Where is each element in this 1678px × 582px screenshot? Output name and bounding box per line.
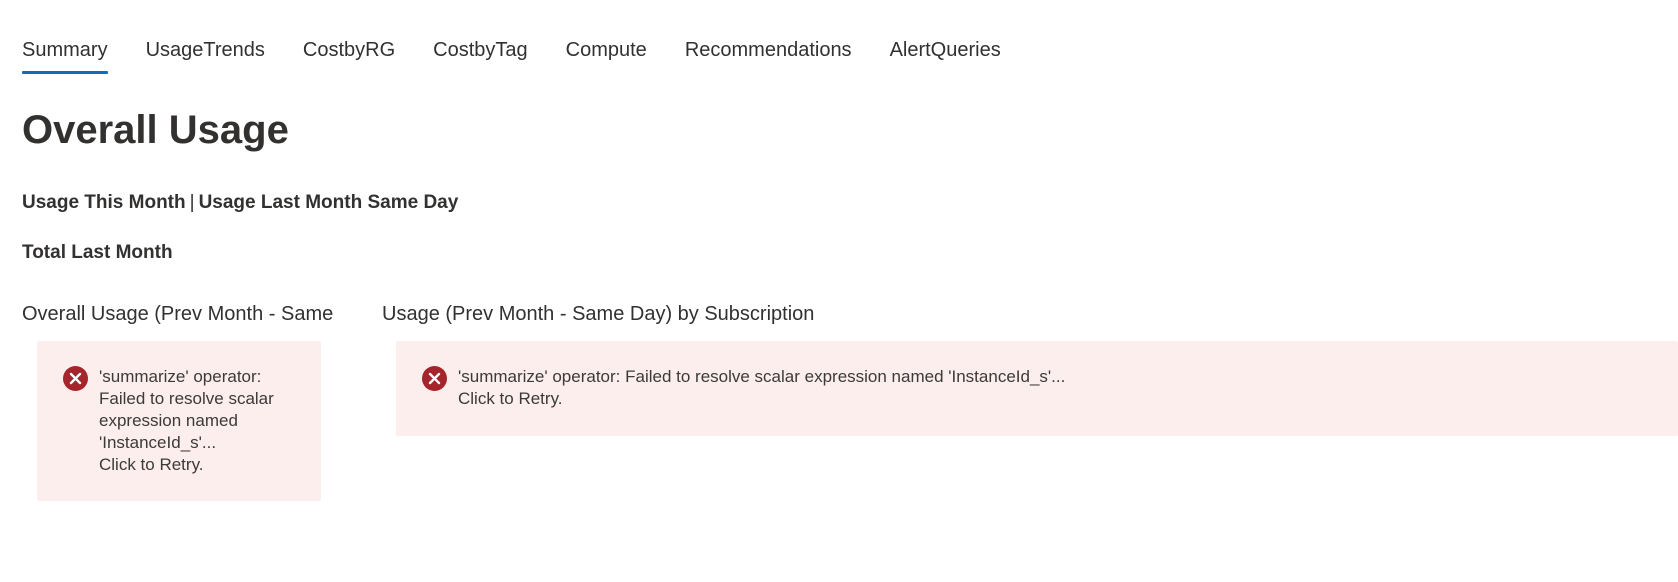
error-icon (422, 366, 447, 391)
tab-compute[interactable]: Compute (566, 30, 647, 76)
workbook-page: Summary UsageTrends CostbyRG CostbyTag C… (0, 0, 1678, 582)
panel-title-overall-usage: Overall Usage (Prev Month - Same (22, 303, 334, 325)
usage-this-month-label: Usage This Month (22, 192, 186, 213)
tab-usage-trends[interactable]: UsageTrends (146, 30, 265, 76)
page-title: Overall Usage (22, 108, 289, 152)
tab-alert-queries[interactable]: AlertQueries (890, 30, 1001, 76)
error-text: 'summarize' operator: Failed to resolve … (99, 366, 299, 476)
retry-link[interactable]: Click to Retry. (99, 454, 299, 476)
retry-link[interactable]: Click to Retry. (458, 388, 1638, 410)
error-icon (63, 366, 88, 391)
error-message: 'summarize' operator: Failed to resolve … (458, 367, 1066, 386)
tab-recommendations[interactable]: Recommendations (685, 30, 852, 76)
total-last-month-label: Total Last Month (22, 242, 173, 263)
panel-title-usage-by-subscription: Usage (Prev Month - Same Day) by Subscri… (382, 303, 815, 325)
usage-last-month-same-day-label: Usage Last Month Same Day (198, 192, 459, 213)
tab-cost-by-tag[interactable]: CostbyTag (433, 30, 528, 76)
error-panel-overall-usage[interactable]: 'summarize' operator: Failed to resolve … (37, 341, 321, 501)
error-text: 'summarize' operator: Failed to resolve … (458, 366, 1638, 410)
tab-bar: Summary UsageTrends CostbyRG CostbyTag C… (22, 30, 1039, 76)
separator: | (189, 192, 195, 213)
error-message: 'summarize' operator: Failed to resolve … (99, 367, 274, 452)
usage-summary-line: Usage This Month | Usage Last Month Same D… (22, 191, 458, 215)
error-panel-usage-by-subscription[interactable]: 'summarize' operator: Failed to resolve … (396, 341, 1678, 436)
tab-summary[interactable]: Summary (22, 30, 108, 76)
tab-cost-by-rg[interactable]: CostbyRG (303, 30, 395, 76)
